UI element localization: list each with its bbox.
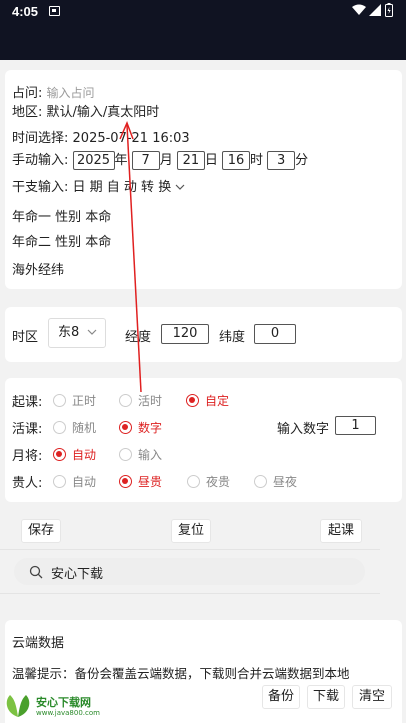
red-annotation-line (119, 121, 142, 393)
